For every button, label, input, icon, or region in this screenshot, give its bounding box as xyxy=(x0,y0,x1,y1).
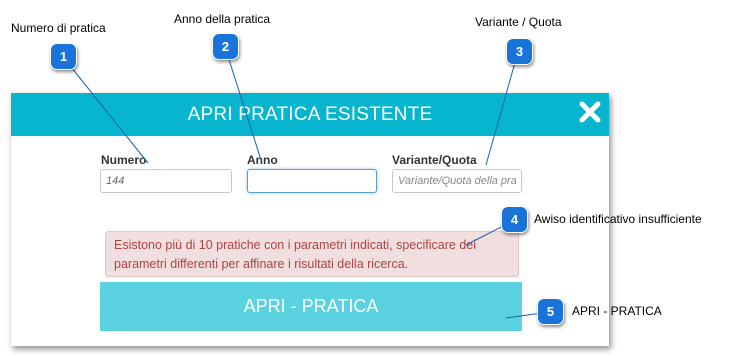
callout-label-1: Numero di pratica xyxy=(11,21,106,35)
callout-label-4: Awiso identificativo insufficiente xyxy=(534,212,702,226)
callout-leader-lines xyxy=(62,46,550,319)
callout-badge-4: 4 xyxy=(501,206,528,233)
leader-line-1 xyxy=(62,56,149,164)
callout-badge-2: 2 xyxy=(212,33,239,60)
leader-line-3 xyxy=(485,51,519,166)
callout-badge-1: 1 xyxy=(50,43,77,70)
callout-badge-5: 5 xyxy=(537,298,564,325)
callout-label-2: Anno della pratica xyxy=(174,12,271,26)
leader-line-2 xyxy=(224,46,263,164)
callout-label-5: APRI - PRATICA xyxy=(572,304,662,318)
callout-label-3: Variante / Quota xyxy=(475,15,562,29)
callout-badge-3: 3 xyxy=(506,38,533,65)
